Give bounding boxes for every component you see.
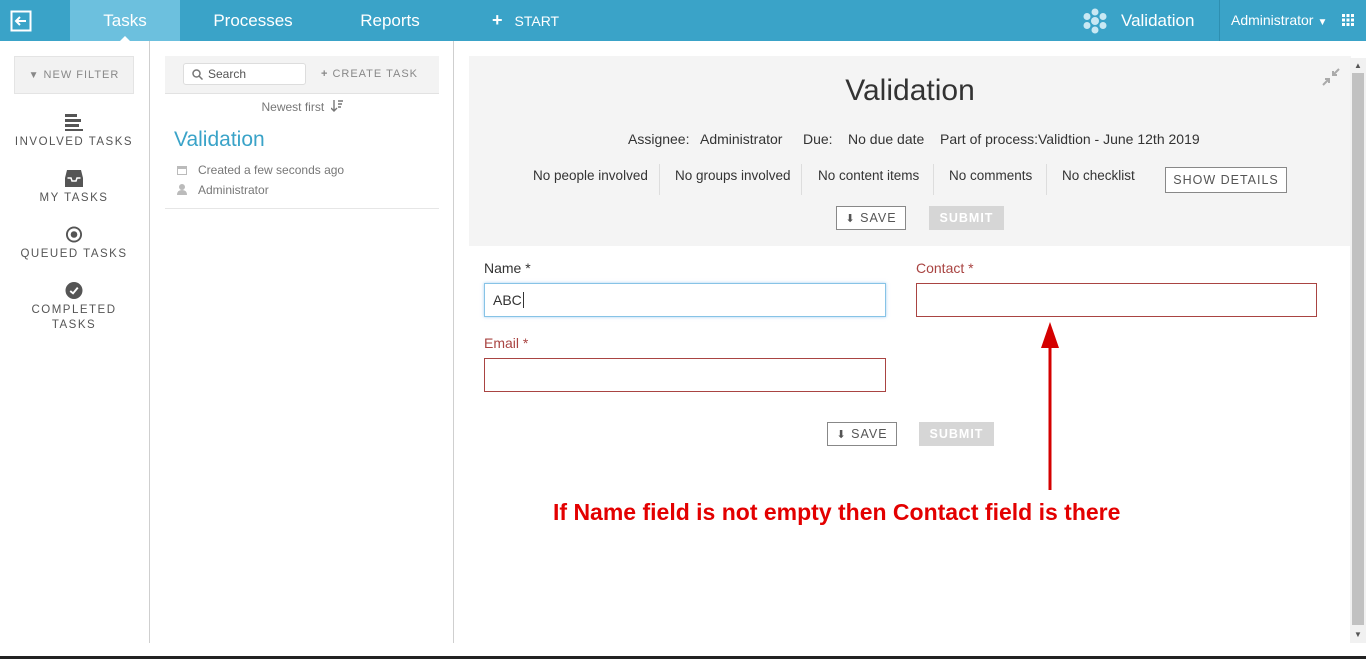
- header-submit-button[interactable]: SUBMIT: [929, 206, 1004, 230]
- apps-grid-icon[interactable]: [1342, 14, 1354, 26]
- vertical-scrollbar[interactable]: ▲ ▼: [1350, 58, 1366, 643]
- sort-label: Newest first: [261, 100, 325, 114]
- asterisk-logo-icon: [1083, 8, 1107, 34]
- header-save-button[interactable]: ⬇ SAVE: [836, 206, 906, 230]
- scroll-down-icon[interactable]: ▼: [1354, 630, 1362, 639]
- new-filter-button[interactable]: ▼ NEW FILTER: [14, 56, 134, 94]
- process-label: Part of process:: [940, 131, 1039, 147]
- name-field[interactable]: ABC: [484, 283, 886, 317]
- divider: [1046, 164, 1047, 195]
- required-mark: *: [525, 260, 531, 276]
- sidebar-item-label-line2: TASKS: [51, 319, 97, 331]
- process-link[interactable]: Validtion - June 12th 2019: [1038, 131, 1200, 147]
- user-name: Administrator: [1231, 12, 1314, 28]
- task-list-panel: Search + CREATE TASK Newest first Validat…: [151, 41, 454, 643]
- sidebar-item-my-tasks[interactable]: MY TASKS: [0, 170, 148, 206]
- user-menu[interactable]: Administrator ▼: [1219, 0, 1331, 41]
- scroll-thumb[interactable]: [1352, 73, 1364, 625]
- sidebar-item-label: INVOLVED TASKS: [14, 136, 134, 148]
- chevron-down-icon: ▼: [1317, 17, 1328, 28]
- comments-count[interactable]: No comments: [949, 165, 1032, 195]
- annotation-arrow-icon: [1041, 322, 1059, 490]
- check-circle-icon: [65, 282, 83, 299]
- show-details-button[interactable]: SHOW DETAILS: [1165, 167, 1287, 193]
- sidebar-item-label: MY TASKS: [39, 192, 109, 204]
- required-mark: *: [968, 260, 974, 276]
- email-label-text: Email: [484, 335, 520, 351]
- top-navbar: Tasks Processes Reports + START Validatio…: [0, 0, 1366, 42]
- target-icon: [65, 226, 83, 243]
- form-submit-button[interactable]: SUBMIT: [919, 422, 994, 446]
- name-label-text: Name: [484, 260, 522, 276]
- start-button[interactable]: + START: [492, 0, 559, 41]
- task-assignee: Administrator: [198, 183, 269, 197]
- new-filter-label: NEW FILTER: [43, 69, 120, 81]
- form-save-button[interactable]: ⬇ SAVE: [827, 422, 897, 446]
- name-value: ABC: [493, 292, 522, 308]
- user-icon: [177, 184, 187, 195]
- divider: [801, 164, 802, 195]
- due-date-link[interactable]: No due date: [848, 131, 924, 147]
- filter-sidebar: ▼ NEW FILTER INVOLVED TASKS MY TASKS QUEU…: [0, 41, 150, 643]
- sort-toggle[interactable]: Newest first: [165, 93, 439, 120]
- search-icon: [192, 69, 203, 80]
- calendar-icon: [177, 166, 187, 175]
- tab-tasks[interactable]: Tasks: [70, 0, 180, 42]
- due-label: Due:: [803, 131, 833, 147]
- divider: [659, 164, 660, 195]
- plus-icon: +: [321, 68, 329, 80]
- task-list-item[interactable]: Validation Created a few seconds ago Adm…: [165, 120, 439, 209]
- app-name: Validation: [1121, 11, 1195, 30]
- assignee-label: Assignee:: [628, 131, 690, 147]
- name-label: Name *: [484, 260, 531, 276]
- email-label: Email *: [484, 335, 528, 351]
- scroll-up-icon[interactable]: ▲: [1354, 61, 1362, 70]
- save-label: SAVE: [851, 427, 888, 441]
- tab-processes[interactable]: Processes: [198, 0, 308, 41]
- checklist-count[interactable]: No checklist: [1062, 165, 1135, 195]
- inbox-icon: [65, 170, 83, 187]
- sidebar-item-queued-tasks[interactable]: QUEUED TASKS: [0, 226, 148, 262]
- assignee-link[interactable]: Administrator: [700, 131, 782, 147]
- divider: [933, 164, 934, 195]
- start-label: START: [514, 13, 560, 29]
- download-icon: ⬇: [845, 213, 856, 225]
- task-header: Validation Assignee: Administrator Due: …: [469, 56, 1351, 246]
- app-title: Validation: [1082, 0, 1194, 41]
- logout-icon[interactable]: [10, 10, 32, 32]
- create-task-label: CREATE TASK: [332, 68, 419, 80]
- save-label: SAVE: [860, 211, 897, 225]
- content-items[interactable]: No content items: [818, 165, 919, 195]
- plus-icon: +: [492, 10, 503, 30]
- task-item-title: Validation: [174, 128, 265, 151]
- contact-label-text: Contact: [916, 260, 965, 276]
- download-icon: ⬇: [836, 429, 847, 441]
- contact-field[interactable]: [916, 283, 1317, 317]
- sidebar-item-label: QUEUED TASKS: [20, 248, 128, 260]
- annotation-text: If Name field is not empty then Contact …: [553, 499, 1121, 525]
- sidebar-item-label: COMPLETED: [31, 304, 117, 316]
- contact-label: Contact *: [916, 260, 974, 276]
- task-title: Validation: [845, 74, 975, 107]
- search-placeholder: Search: [208, 67, 247, 81]
- sidebar-item-completed-tasks[interactable]: COMPLETED TASKS: [0, 282, 148, 333]
- sort-descending-icon: [330, 100, 343, 112]
- create-task-button[interactable]: + CREATE TASK: [321, 63, 418, 85]
- task-created: Created a few seconds ago: [198, 163, 345, 177]
- tab-reports[interactable]: Reports: [335, 0, 445, 41]
- search-input[interactable]: Search: [183, 63, 306, 85]
- stack-icon: [65, 114, 83, 131]
- text-cursor: [522, 292, 524, 308]
- required-mark: *: [522, 335, 529, 351]
- funnel-icon: ▼: [28, 70, 40, 81]
- people-involved[interactable]: No people involved: [533, 165, 648, 195]
- email-field[interactable]: [484, 358, 886, 392]
- sidebar-item-involved-tasks[interactable]: INVOLVED TASKS: [0, 114, 148, 150]
- groups-involved[interactable]: No groups involved: [675, 165, 791, 195]
